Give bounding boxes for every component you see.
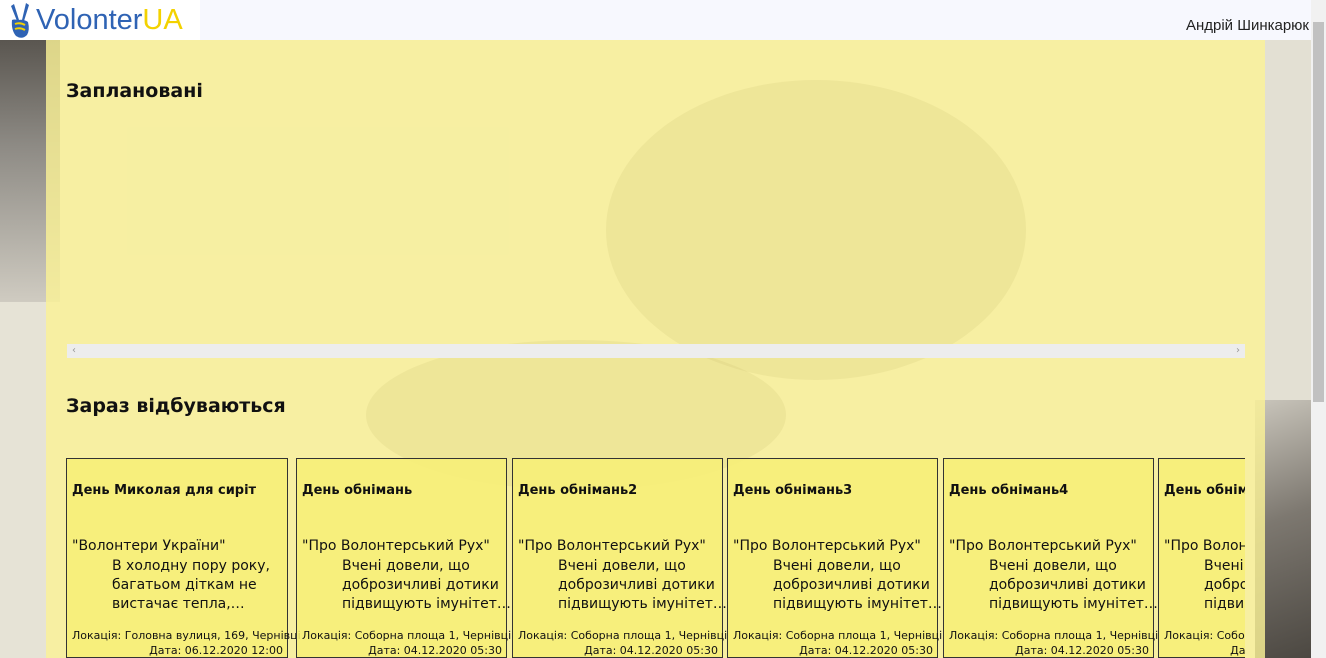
background-strip-right — [1265, 40, 1311, 400]
event-location: Локація: Соборна площа 1, Чернівці — [949, 629, 1159, 642]
event-description: В холодну пору року, багатьом діткам не … — [112, 558, 270, 612]
event-location: Локація: Соборна площа 1, Чернівці — [1164, 629, 1245, 642]
event-card[interactable]: День обнімань3 "Про Волонтерський Рух" В… — [727, 458, 945, 658]
logo-text-accent: UA — [142, 3, 183, 36]
event-organizer: "Про Волонтерський Рух" — [949, 538, 1137, 554]
event-description: Вчені довели, що доброзичливі дотики під… — [558, 558, 730, 612]
event-title: День обнімань3 — [733, 483, 853, 498]
event-card[interactable]: День обнімань5 "Про Волонтерський Рух" В… — [1158, 458, 1245, 658]
event-date: Дата: 04.12.2020 05:30 — [1015, 644, 1149, 657]
victory-hand-icon — [11, 3, 29, 38]
scroll-right-arrow-icon[interactable]: › — [1231, 344, 1245, 358]
site-logo[interactable]: VolonterUA — [0, 0, 200, 40]
event-date: Дата: 04.12.2020 05:30 — [368, 644, 502, 657]
event-description: Вчені довели, що доброзичливі дотики під… — [989, 558, 1161, 612]
event-date: Дата: 04.12.2020 05:30 — [1230, 644, 1245, 657]
event-description: Вчені довели, що доброзичливі дотики під… — [773, 558, 946, 612]
event-title: День обнімань5 — [1164, 483, 1245, 498]
planned-section-title: Заплановані — [66, 80, 203, 102]
event-location: Локація: Соборна площа 1, Чернівці — [518, 629, 728, 642]
event-description: Вчені довели, що доброзичливі дотики під… — [1204, 558, 1245, 612]
event-location: Локація: Головна вулиця, 169, Чернівці — [72, 629, 301, 642]
page-scrollbar-thumb[interactable] — [1313, 22, 1324, 402]
event-date: Дата: 04.12.2020 05:30 — [799, 644, 933, 657]
event-date: Дата: 06.12.2020 12:00 — [149, 644, 283, 657]
current-section-title: Зараз відбуваються — [66, 395, 286, 417]
event-location: Локація: Соборна площа 1, Чернівці — [302, 629, 512, 642]
event-organizer: "Волонтери України" — [72, 538, 226, 554]
event-title: День обнімань4 — [949, 483, 1069, 498]
logo-text: VolonterUA — [36, 4, 183, 37]
event-organizer: "Про Волонтерський Рух" — [518, 538, 706, 554]
event-organizer: "Про Волонтерський Рух" — [1164, 538, 1245, 554]
current-events-carousel[interactable]: День Миколая для сиріт "Волонтери Україн… — [66, 458, 1245, 658]
user-name-link[interactable]: Андрій Шинкарюк — [1186, 17, 1309, 34]
event-title: День Миколая для сиріт — [72, 483, 257, 498]
event-date: Дата: 04.12.2020 05:30 — [584, 644, 718, 657]
planned-horizontal-scrollbar[interactable]: ‹ › — [67, 344, 1245, 358]
event-card[interactable]: День обнімань "Про Волонтерський Рух" Вч… — [296, 458, 514, 658]
event-organizer: "Про Волонтерський Рух" — [733, 538, 921, 554]
background-hand-shape — [606, 80, 1026, 380]
event-title: День обнімань — [302, 483, 413, 498]
event-description: Вчені довели, що доброзичливі дотики під… — [342, 558, 515, 612]
scroll-left-arrow-icon[interactable]: ‹ — [67, 344, 81, 358]
event-title: День обнімань2 — [518, 483, 638, 498]
event-card[interactable]: День обнімань4 "Про Волонтерський Рух" В… — [943, 458, 1161, 658]
event-organizer: "Про Волонтерський Рух" — [302, 538, 490, 554]
top-navbar: VolonterUA Андрій Шинкарюк — [0, 0, 1311, 40]
event-card[interactable]: День обнімань2 "Про Волонтерський Рух" В… — [512, 458, 730, 658]
event-card[interactable]: День Миколая для сиріт "Волонтери Україн… — [66, 458, 301, 658]
logo-text-main: Volonter — [36, 3, 143, 36]
page-scrollbar[interactable] — [1311, 0, 1326, 658]
main-content-panel: Заплановані ‹ › Зараз відбуваються День … — [46, 40, 1265, 658]
event-location: Локація: Соборна площа 1, Чернівці — [733, 629, 943, 642]
